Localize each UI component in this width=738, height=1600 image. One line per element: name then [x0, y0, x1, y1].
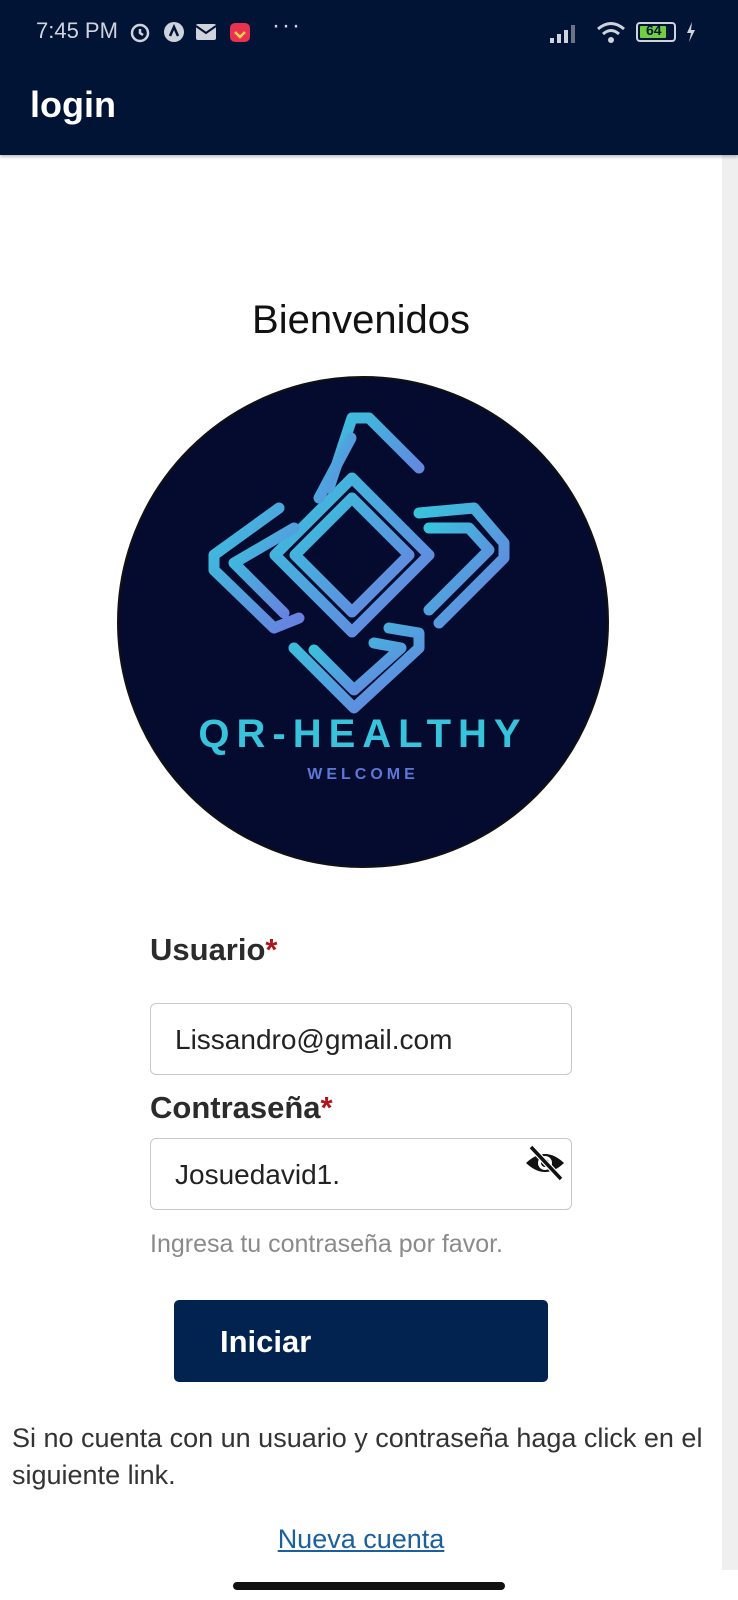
- eye-off-icon[interactable]: [523, 1143, 567, 1183]
- scrollbar[interactable]: [722, 155, 738, 1570]
- status-bar: 7:45 PM ··· 64: [0, 0, 738, 66]
- status-time: 7:45 PM: [36, 18, 118, 43]
- new-account-link[interactable]: Nueva cuenta: [0, 1524, 722, 1555]
- more-notifications: ···: [272, 12, 302, 39]
- alarm-icon: [130, 23, 150, 43]
- home-indicator[interactable]: [233, 1582, 505, 1590]
- app-icon: [164, 22, 184, 42]
- login-button[interactable]: Iniciar: [174, 1300, 548, 1382]
- username-value: Lissandro@gmail.com: [175, 1024, 453, 1055]
- password-hint: Ingresa tu contraseña por favor.: [150, 1230, 503, 1258]
- signal-icon: [550, 25, 575, 43]
- charging-icon: [687, 22, 695, 42]
- battery-icon: 64: [636, 22, 676, 42]
- welcome-title: Bienvenidos: [252, 298, 470, 342]
- app-logo: QR-HEALTHY WELCOME: [117, 376, 609, 868]
- password-field[interactable]: Josuedavid1.: [150, 1138, 572, 1210]
- battery-level: 64: [646, 22, 662, 38]
- signup-info-text: Si no cuenta con un usuario y contraseña…: [12, 1423, 703, 1490]
- username-label: Usuario*: [150, 932, 278, 968]
- logo-name: QR-HEALTHY: [198, 712, 528, 756]
- password-value: Josuedavid1.: [175, 1159, 341, 1190]
- shop-icon: [230, 23, 250, 42]
- logo-tagline: WELCOME: [307, 766, 419, 783]
- username-label-text: Usuario: [150, 932, 266, 967]
- password-label-text: Contraseña: [150, 1090, 321, 1125]
- required-mark: *: [320, 1090, 333, 1125]
- app-bar: 7:45 PM ··· 64 login: [0, 0, 738, 155]
- wifi-icon: [597, 22, 625, 43]
- password-label: Contraseña*: [150, 1090, 333, 1126]
- mail-icon: [195, 24, 217, 40]
- app-bar-title: login: [30, 84, 116, 125]
- required-mark: *: [265, 932, 278, 967]
- username-field[interactable]: Lissandro@gmail.com: [150, 1003, 572, 1075]
- logo-mark-icon: [208, 412, 510, 714]
